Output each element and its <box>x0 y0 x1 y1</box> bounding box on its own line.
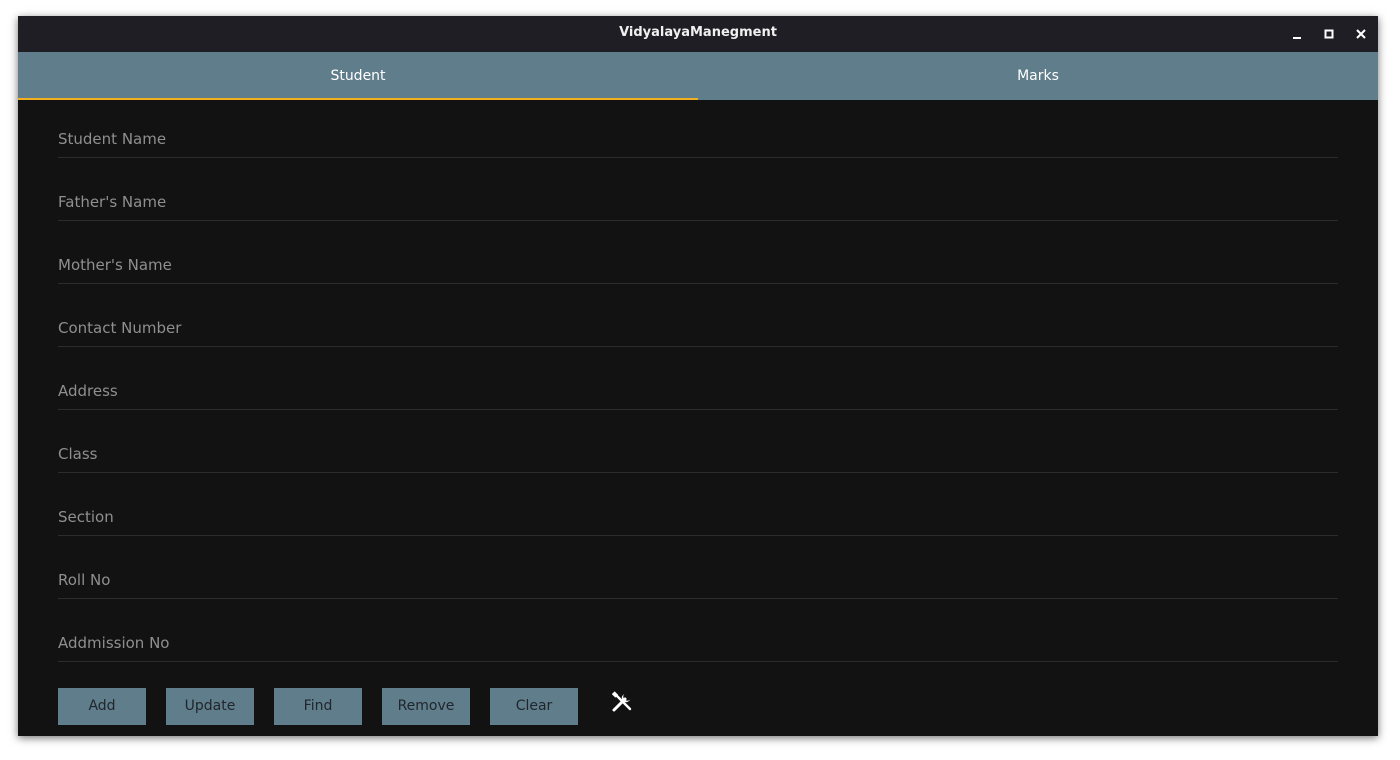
add-button[interactable]: Add <box>58 688 146 725</box>
address-field <box>58 369 1338 410</box>
admission-no-field <box>58 621 1338 662</box>
class-field <box>58 432 1338 473</box>
address-input[interactable] <box>58 377 1338 405</box>
student-name-field <box>58 117 1338 158</box>
father-name-field <box>58 180 1338 221</box>
admission-no-input[interactable] <box>58 629 1338 657</box>
find-button[interactable]: Find <box>274 688 362 725</box>
tab-marks[interactable]: Marks <box>698 52 1378 100</box>
update-button[interactable]: Update <box>166 688 254 725</box>
contact-number-field <box>58 306 1338 347</box>
mother-name-field <box>58 243 1338 284</box>
contact-number-input[interactable] <box>58 314 1338 342</box>
class-input[interactable] <box>58 440 1338 468</box>
close-icon[interactable] <box>1352 25 1370 43</box>
app-window: VidyalayaManegment Student Marks Student… <box>18 16 1378 736</box>
roll-no-input[interactable] <box>58 566 1338 594</box>
tab-bar: Student Marks <box>18 52 1378 100</box>
maximize-icon[interactable] <box>1320 25 1338 43</box>
window-title: VidyalayaManegment <box>619 25 777 40</box>
father-name-input[interactable] <box>58 188 1338 216</box>
title-bar[interactable]: VidyalayaManegment <box>18 16 1378 52</box>
remove-button[interactable]: Remove <box>382 688 470 725</box>
minimize-icon[interactable] <box>1288 25 1306 43</box>
roll-no-field <box>58 558 1338 599</box>
tools-icon[interactable] <box>610 690 634 714</box>
clear-button[interactable]: Clear <box>490 688 578 725</box>
tab-student[interactable]: Student <box>18 52 698 100</box>
mother-name-input[interactable] <box>58 251 1338 279</box>
section-field <box>58 495 1338 536</box>
section-input[interactable] <box>58 503 1338 531</box>
student-name-input[interactable] <box>58 125 1338 153</box>
